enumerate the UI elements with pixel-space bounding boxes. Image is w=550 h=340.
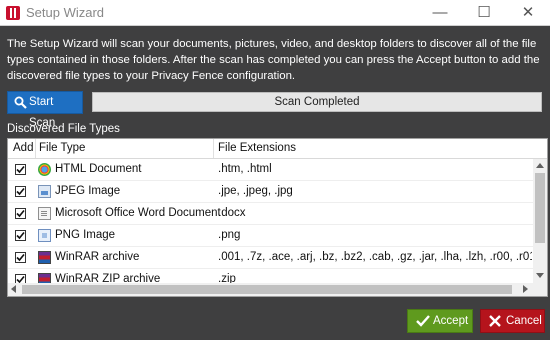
checkmark-icon: [16, 253, 25, 262]
scroll-down-arrow-icon[interactable]: [536, 273, 544, 278]
file-type-cell: WinRAR ZIP archive: [55, 273, 161, 283]
file-extensions-cell: .docx: [218, 207, 246, 219]
table-body: HTML Document .htm, .html JPEG Image .jpe, …: [8, 159, 533, 283]
file-type-cell: JPEG Image: [55, 185, 121, 197]
maximize-button[interactable]: ☐: [462, 0, 506, 26]
file-extensions-cell: .jpe, .jpeg, .jpg: [218, 185, 293, 197]
checkmark-icon: [16, 231, 25, 240]
file-type-cell: Microsoft Office Word Document: [55, 207, 221, 219]
word-document-icon: [38, 207, 51, 220]
file-extensions-cell: .001, .7z, .ace, .arj, .bz, .bz2, .cab, …: [218, 251, 532, 263]
start-scan-button[interactable]: Start Scan: [7, 91, 83, 129]
checkmark-icon: [16, 165, 25, 174]
column-divider[interactable]: [213, 139, 214, 158]
table-row[interactable]: HTML Document .htm, .html: [8, 159, 533, 181]
add-checkbox[interactable]: [15, 230, 26, 241]
column-header-add[interactable]: Add: [13, 142, 33, 154]
horizontal-scroll-thumb[interactable]: [22, 285, 512, 294]
scroll-left-arrow-icon[interactable]: [11, 285, 16, 293]
title-bar: Setup Wizard — ☐ ✕: [0, 0, 550, 26]
image-file-icon: [38, 185, 51, 198]
x-icon: [489, 315, 501, 327]
close-button[interactable]: ✕: [506, 0, 550, 26]
chrome-html-icon: [38, 163, 51, 176]
table-row[interactable]: WinRAR ZIP archive .zip: [8, 269, 533, 283]
checkmark-icon: [16, 187, 25, 196]
accept-button[interactable]: Accept: [407, 309, 473, 333]
vertical-scrollbar[interactable]: [533, 159, 547, 283]
search-icon: [14, 96, 27, 109]
cancel-label: Cancel: [506, 315, 542, 327]
table-row[interactable]: WinRAR archive .001, .7z, .ace, .arj, .bz…: [8, 247, 533, 269]
checkmark-icon: [416, 315, 430, 327]
add-checkbox[interactable]: [15, 274, 26, 283]
file-extensions-cell: .htm, .html: [218, 163, 272, 175]
scroll-up-arrow-icon[interactable]: [536, 163, 544, 168]
scan-progress-bar: Scan Completed: [92, 92, 542, 112]
winrar-archive-icon: [38, 251, 51, 264]
add-checkbox[interactable]: [15, 208, 26, 219]
minimize-button[interactable]: —: [418, 0, 462, 26]
column-header-file-extensions[interactable]: File Extensions: [218, 142, 296, 154]
checkmark-icon: [16, 209, 25, 218]
table-header: Add File Type File Extensions: [8, 139, 547, 159]
table-row[interactable]: PNG Image .png: [8, 225, 533, 247]
winrar-zip-icon: [38, 273, 51, 283]
scan-status-text: Scan Completed: [274, 96, 360, 108]
table-row[interactable]: Microsoft Office Word Document .docx: [8, 203, 533, 225]
scroll-right-arrow-icon[interactable]: [523, 285, 528, 293]
checkmark-icon: [16, 275, 25, 283]
cancel-button[interactable]: Cancel: [480, 309, 545, 333]
privacy-fence-app-icon: [6, 6, 20, 20]
file-types-table[interactable]: Add File Type File Extensions HTML Docum…: [7, 138, 548, 297]
scrollbar-corner: [533, 283, 547, 296]
png-image-icon: [38, 229, 51, 242]
table-row[interactable]: JPEG Image .jpe, .jpeg, .jpg: [8, 181, 533, 203]
vertical-scroll-thumb[interactable]: [535, 173, 545, 243]
intro-description: The Setup Wizard will scan your document…: [7, 38, 540, 82]
file-type-cell: HTML Document: [55, 163, 142, 175]
add-checkbox[interactable]: [15, 164, 26, 175]
accept-label: Accept: [433, 315, 469, 327]
column-divider[interactable]: [35, 139, 36, 158]
column-header-file-type[interactable]: File Type: [39, 142, 85, 154]
file-type-cell: WinRAR archive: [55, 251, 140, 263]
add-checkbox[interactable]: [15, 252, 26, 263]
horizontal-scrollbar[interactable]: [8, 283, 533, 296]
file-extensions-cell: .zip: [218, 273, 236, 283]
file-extensions-cell: .png: [218, 229, 241, 241]
file-type-cell: PNG Image: [55, 229, 116, 241]
add-checkbox[interactable]: [15, 186, 26, 197]
discovered-file-types-label: Discovered File Types: [7, 123, 120, 135]
window-title: Setup Wizard: [26, 5, 105, 20]
